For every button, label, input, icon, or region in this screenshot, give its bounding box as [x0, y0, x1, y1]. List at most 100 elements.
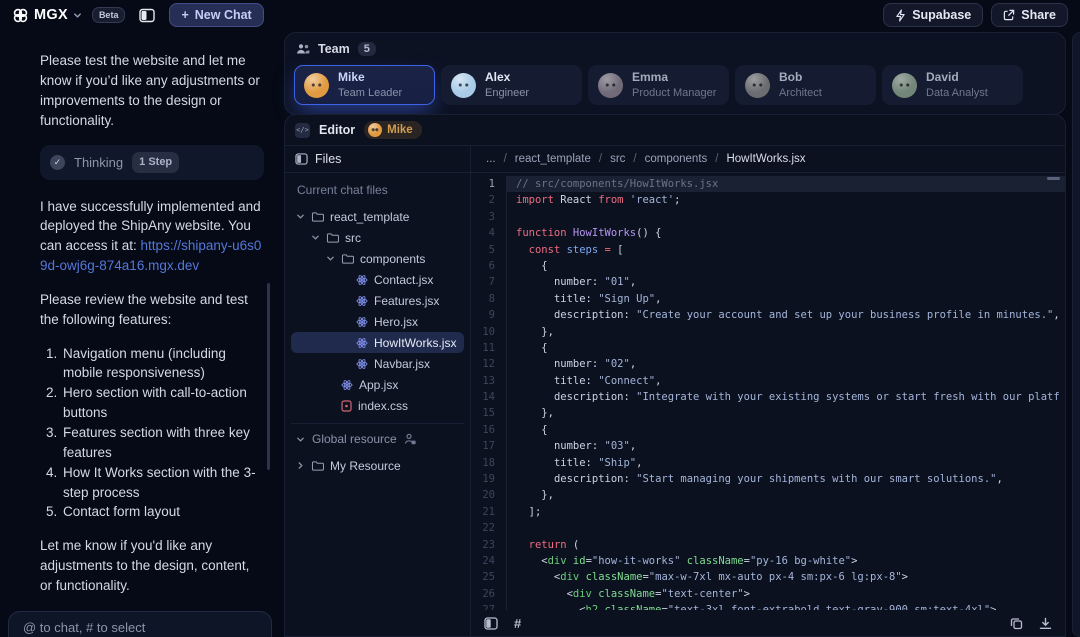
code-editor[interactable]: 1// src/components/HowItWorks.jsx2import… [471, 173, 1065, 610]
copy-icon[interactable] [1010, 617, 1023, 630]
tree-item-hero-jsx[interactable]: Hero.jsx [291, 311, 464, 332]
hash-icon[interactable]: # [514, 616, 521, 631]
topbar: MGX Beta + New Chat Supabase Share [0, 0, 1080, 30]
code-text: title: "Ship", [507, 455, 1065, 471]
chat-list-item: How It Works section with the 3-step pro… [61, 463, 264, 503]
line-number: 4 [471, 225, 507, 241]
tree-item-features-jsx[interactable]: Features.jsx [291, 290, 464, 311]
member-role: Team Leader [338, 86, 402, 100]
breadcrumb-item[interactable]: components [645, 153, 708, 165]
thinking-row[interactable]: ✓Thinking1 Step [40, 145, 264, 179]
code-text: }, [507, 324, 1065, 340]
line-number: 9 [471, 307, 507, 323]
tree-item-contact-jsx[interactable]: Contact.jsx [291, 269, 464, 290]
line-number: 22 [471, 520, 507, 536]
folder-icon [341, 253, 354, 264]
share-button[interactable]: Share [991, 3, 1068, 27]
code-text [507, 209, 1065, 225]
member-role: Architect [779, 86, 822, 100]
team-icon [296, 43, 310, 55]
code-line: 17 number: "03", [471, 438, 1065, 454]
download-icon[interactable] [1039, 617, 1052, 630]
breadcrumb-item[interactable]: HowItWorks.jsx [726, 153, 805, 165]
editor-scrollbar[interactable] [1047, 177, 1060, 180]
tree-item-my-resource[interactable]: My Resource [291, 455, 464, 476]
code-text: number: "02", [507, 356, 1065, 372]
code-text: number: "01", [507, 274, 1065, 290]
step-count-badge: 1 Step [132, 152, 179, 172]
global-tree-items: My Resource [291, 455, 464, 476]
member-info: MikeTeam Leader [338, 70, 402, 100]
breadcrumb-item[interactable]: src [610, 153, 625, 165]
react-file-icon [356, 274, 368, 286]
breadcrumb-separator: / [715, 153, 718, 165]
thinking-label: Thinking [74, 153, 123, 172]
mgx-logo-menu[interactable]: MGX [12, 7, 82, 24]
code-line: 16 { [471, 422, 1065, 438]
chat-message: I have successfully implemented and depl… [40, 197, 264, 276]
line-number: 1 [471, 176, 507, 192]
team-member-emma[interactable]: EmmaProduct Manager [588, 65, 729, 105]
code-line: 21 ]; [471, 504, 1065, 520]
tree-item-navbar-jsx[interactable]: Navbar.jsx [291, 353, 464, 374]
team-member-alex[interactable]: AlexEngineer [441, 65, 582, 105]
code-text: }, [507, 487, 1065, 503]
tree-item-app-jsx[interactable]: App.jsx [291, 374, 464, 395]
tree-item-label: My Resource [330, 459, 401, 473]
tree-item-components[interactable]: components [291, 248, 464, 269]
code-line: 3 [471, 209, 1065, 225]
code-text: <div className="text-center"> [507, 586, 1065, 602]
code-line: 2import React from 'react'; [471, 192, 1065, 208]
code-line: 4function HowItWorks() { [471, 225, 1065, 241]
breadcrumb-item[interactable]: react_template [515, 153, 591, 165]
chat-scrollbar[interactable] [267, 283, 270, 470]
code-lines: 1// src/components/HowItWorks.jsx2import… [471, 176, 1065, 610]
team-member-mike[interactable]: MikeTeam Leader [294, 65, 435, 105]
sidebar-toggle-icon[interactable] [139, 8, 155, 23]
code-text: title: "Connect", [507, 373, 1065, 389]
breadcrumb-item[interactable]: ... [486, 153, 496, 165]
team-member-david[interactable]: DavidData Analyst [882, 65, 1023, 105]
team-member-bob[interactable]: BobArchitect [735, 65, 876, 105]
line-number: 11 [471, 340, 507, 356]
tree-item-src[interactable]: src [291, 227, 464, 248]
code-text: description: "Start managing your shipme… [507, 471, 1065, 487]
editor-title: Editor [319, 123, 355, 137]
member-info: EmmaProduct Manager [632, 70, 716, 100]
code-line: 15 }, [471, 405, 1065, 421]
react-file-icon [356, 337, 368, 349]
tree-item-label: src [345, 231, 361, 245]
avatar [745, 73, 770, 98]
code-text: description: "Create your account and se… [507, 307, 1065, 323]
breadcrumb-separator: / [633, 153, 636, 165]
supabase-button[interactable]: Supabase [883, 3, 983, 27]
new-chat-button[interactable]: + New Chat [169, 3, 263, 27]
chat-input[interactable]: @ to chat, # to select [8, 611, 272, 637]
tree-item-howitworks-jsx[interactable]: HowItWorks.jsx [291, 332, 464, 353]
line-number: 3 [471, 209, 507, 225]
code-line: 13 title: "Connect", [471, 373, 1065, 389]
code-text: <div id="how-it-works" className="py-16 … [507, 553, 1065, 569]
folder-icon [311, 460, 324, 471]
editor-icon: </> [295, 123, 310, 138]
chevron-down-icon [325, 254, 335, 263]
editor-footer: # [471, 610, 1065, 636]
code-text [507, 520, 1065, 536]
code-line: 14 description: "Integrate with your exi… [471, 389, 1065, 405]
code-line: 22 [471, 520, 1065, 536]
team-members: MikeTeam Leader AlexEngineer EmmaProduct M… [294, 65, 1056, 105]
chat-text: Let me know if you'd like any adjustment… [40, 538, 249, 593]
split-view-icon[interactable] [484, 617, 498, 630]
chat-blocks: Please test the website and let me know … [40, 51, 264, 637]
line-number: 18 [471, 455, 507, 471]
team-header: Team 5 [294, 40, 1056, 65]
css-file-icon [341, 400, 352, 412]
chat-list-item: Contact form layout [61, 502, 264, 522]
code-text: }, [507, 405, 1065, 421]
collapsed-preview-panel[interactable] [1072, 32, 1080, 637]
files-panel-header[interactable]: Files [285, 146, 470, 173]
react-file-icon [341, 379, 353, 391]
global-resource-header[interactable]: Global resource [291, 432, 464, 455]
tree-item-index-css[interactable]: index.css [291, 395, 464, 416]
tree-item-react-template[interactable]: react_template [291, 206, 464, 227]
